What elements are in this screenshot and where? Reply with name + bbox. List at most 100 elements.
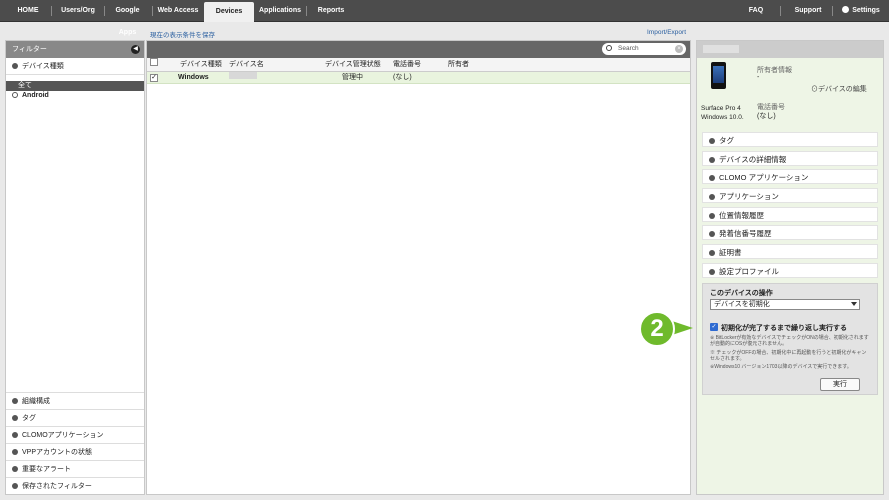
col-device-type[interactable]: デバイス種類 bbox=[180, 58, 222, 72]
tab-google-apps[interactable]: Google Apps bbox=[106, 0, 149, 36]
bullet-icon bbox=[709, 249, 715, 256]
note-windows-version: ※Windows10 バージョン1703以降のデバイスで実行できます。 bbox=[710, 364, 852, 370]
section-certificates-label: 証明書 bbox=[719, 248, 742, 257]
faq-link[interactable]: FAQ bbox=[742, 0, 770, 22]
filter-panel-title: フィルター bbox=[12, 46, 47, 53]
edit-device-link[interactable]: ⊙デバイスの編集 bbox=[811, 84, 867, 94]
phone-value: (なし) bbox=[757, 113, 776, 120]
settings-label: Settings bbox=[852, 7, 880, 14]
nav-separator bbox=[306, 6, 307, 16]
filter-device-type[interactable]: デバイス種類 bbox=[6, 58, 144, 75]
col-owner[interactable]: 所有者 bbox=[448, 58, 469, 72]
bullet-icon bbox=[709, 212, 715, 219]
device-operations: このデバイスの操作 デバイスを初期化 ✓ 初期化が完了するまで繰り返し実行する … bbox=[702, 283, 878, 395]
save-filter-link[interactable]: 現在の表示条件を保存 bbox=[150, 29, 215, 39]
section-location-history-label: 位置情報履歴 bbox=[719, 211, 764, 220]
cell-management-status: 管理中 bbox=[342, 74, 363, 81]
cell-device-type: Windows bbox=[178, 74, 209, 81]
bullet-icon bbox=[709, 193, 715, 200]
filter-clomo-apps[interactable]: CLOMOアプリケーション bbox=[6, 426, 144, 443]
filter-saved[interactable]: 保存されたフィルター bbox=[6, 477, 144, 494]
bullet-icon bbox=[12, 448, 18, 455]
bullet-icon bbox=[709, 137, 715, 144]
filter-bottom-list: 組織構成 タグ CLOMOアプリケーション VPPアカウントの状態 重要なアラー… bbox=[6, 392, 144, 494]
bullet-icon bbox=[709, 174, 715, 181]
execute-button[interactable]: 実行 bbox=[820, 378, 860, 391]
bullet-icon bbox=[709, 268, 715, 275]
repeat-until-complete-checkbox[interactable]: ✓ bbox=[710, 323, 718, 331]
table-header: デバイス種類 デバイス名 デバイス管理状態 電話番号 所有者 bbox=[147, 58, 690, 72]
col-device-name[interactable]: デバイス名 bbox=[229, 58, 264, 72]
filter-org[interactable]: 組織構成 bbox=[6, 392, 144, 409]
cell-phone: (なし) bbox=[393, 74, 412, 81]
filter-android[interactable]: Android bbox=[6, 91, 144, 101]
filter-all[interactable]: 全て bbox=[6, 81, 144, 91]
filter-clomo-apps-label: CLOMOアプリケーション bbox=[22, 432, 104, 439]
gear-icon bbox=[842, 6, 850, 13]
section-profiles[interactable]: 設定プロファイル bbox=[702, 263, 878, 278]
row-checkbox[interactable]: ✓ bbox=[150, 74, 158, 82]
clear-icon[interactable]: × bbox=[675, 45, 683, 53]
filter-vpp[interactable]: VPPアカウントの状態 bbox=[6, 443, 144, 460]
table-row[interactable]: ✓ Windows 管理中 (なし) bbox=[147, 72, 690, 84]
nav-separator bbox=[152, 6, 153, 16]
tab-applications[interactable]: Applications bbox=[256, 0, 304, 22]
search-placeholder: Search bbox=[618, 45, 639, 52]
filter-device-type-label: デバイス種類 bbox=[22, 63, 64, 70]
tab-users-org[interactable]: Users/Org bbox=[54, 0, 102, 22]
section-call-history[interactable]: 発着信番号履歴 bbox=[702, 225, 878, 240]
bullet-icon bbox=[12, 414, 18, 421]
tab-web-access[interactable]: Web Access bbox=[155, 0, 201, 22]
section-certificates[interactable]: 証明書 bbox=[702, 244, 878, 259]
settings-link[interactable]: Settings bbox=[838, 0, 884, 22]
col-management-status[interactable]: デバイス管理状態 bbox=[325, 58, 381, 72]
search-input[interactable]: Search × bbox=[602, 43, 686, 55]
filter-tag[interactable]: タグ bbox=[6, 409, 144, 426]
operation-select[interactable]: デバイスを初期化 bbox=[710, 299, 860, 310]
device-os: Windows 10.0. bbox=[701, 114, 744, 121]
section-device-details[interactable]: デバイスの詳細情報 bbox=[702, 151, 878, 166]
operations-title: このデバイスの操作 bbox=[710, 290, 773, 297]
device-list-panel: Search × デバイス種類 デバイス名 デバイス管理状態 電話番号 所有者 … bbox=[146, 40, 691, 495]
import-export-link[interactable]: Import/Export bbox=[647, 29, 686, 36]
device-list-toolbar: Search × bbox=[147, 41, 690, 58]
edit-device-label: デバイスの編集 bbox=[818, 86, 867, 93]
device-image bbox=[711, 62, 726, 89]
bullet-icon bbox=[12, 397, 18, 404]
tab-reports[interactable]: Reports bbox=[310, 0, 352, 22]
section-applications[interactable]: アプリケーション bbox=[702, 188, 878, 203]
section-location-history[interactable]: 位置情報履歴 bbox=[702, 207, 878, 222]
filter-alerts[interactable]: 重要なアラート bbox=[6, 460, 144, 477]
step-number-badge: 2 bbox=[639, 311, 675, 347]
blurred-device-name bbox=[229, 72, 257, 79]
device-detail-header bbox=[697, 41, 883, 58]
step-callout: 2 bbox=[639, 311, 699, 347]
chevron-down-icon bbox=[851, 302, 857, 306]
blurred-header-text bbox=[703, 45, 739, 53]
bullet-icon bbox=[12, 482, 18, 489]
owner-label: 所有者情報 bbox=[757, 67, 792, 74]
support-link[interactable]: Support bbox=[790, 0, 826, 22]
section-clomo-apps-label: CLOMO アプリケーション bbox=[719, 173, 809, 182]
nav-separator bbox=[832, 6, 833, 16]
tab-home[interactable]: HOME bbox=[8, 0, 48, 22]
col-phone[interactable]: 電話番号 bbox=[393, 58, 421, 72]
filter-tag-label: タグ bbox=[22, 415, 36, 422]
note-bitlocker: ※ BitLockerが有効なデバイスでチェックがONの場合、初期化されますが自… bbox=[710, 335, 869, 347]
select-all-checkbox[interactable] bbox=[150, 58, 158, 66]
filter-vpp-label: VPPアカウントの状態 bbox=[22, 449, 93, 456]
bullet-icon bbox=[12, 465, 18, 472]
tab-devices[interactable]: Devices bbox=[204, 2, 254, 22]
filter-android-label: Android bbox=[22, 92, 49, 99]
bullet-icon bbox=[709, 230, 715, 237]
bullet-icon bbox=[12, 62, 18, 69]
collapse-icon[interactable]: ◀ bbox=[131, 45, 140, 54]
device-model: Surface Pro 4 bbox=[701, 105, 741, 112]
filter-saved-label: 保存されたフィルター bbox=[22, 483, 92, 490]
section-tag[interactable]: タグ bbox=[702, 132, 878, 147]
note-check-off: ※ チェックがOFFの場合、初期化中に再起動を行うと初期化がキャンセルされます。 bbox=[710, 350, 867, 362]
filter-org-label: 組織構成 bbox=[22, 398, 50, 405]
section-clomo-apps[interactable]: CLOMO アプリケーション bbox=[702, 169, 878, 184]
bullet-icon bbox=[709, 156, 715, 163]
section-applications-label: アプリケーション bbox=[719, 192, 779, 201]
